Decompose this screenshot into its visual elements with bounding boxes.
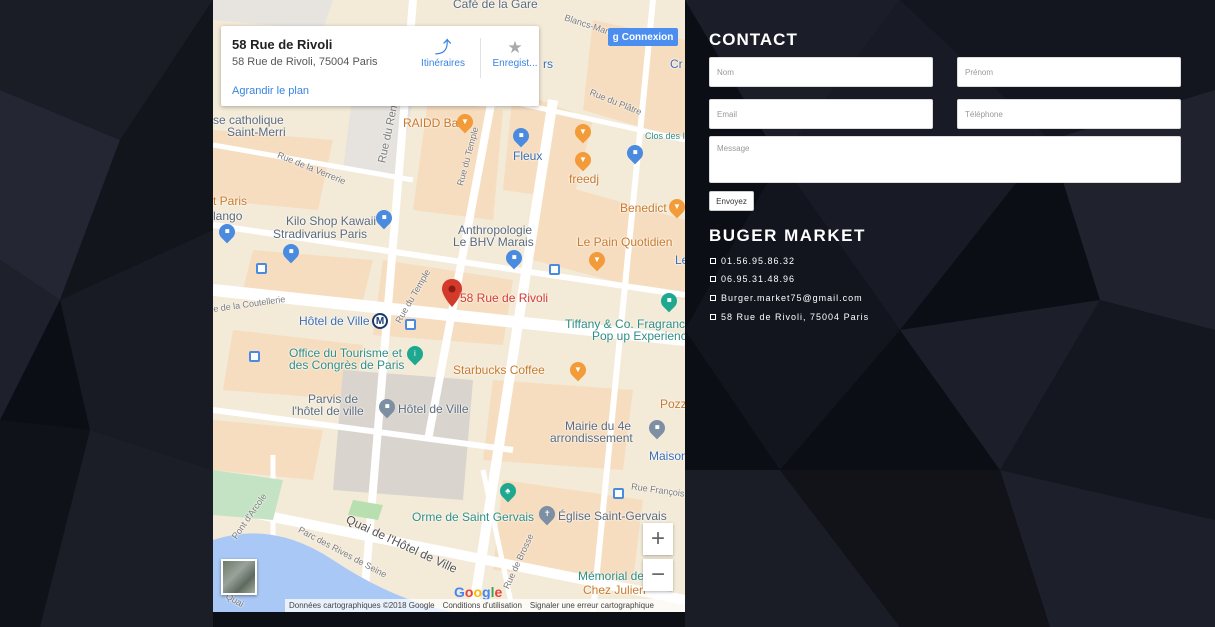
- map-label: Pop up Experience: [592, 329, 685, 343]
- map-label: Clos des I: [645, 131, 685, 141]
- bus-stop-icon[interactable]: [613, 488, 624, 499]
- map-label: Maison: [649, 449, 685, 463]
- map-label: Orme de Saint Gervais: [412, 510, 535, 524]
- save-label: Enregist...: [492, 58, 538, 69]
- report-error-link[interactable]: Signaler une erreur cartographique: [530, 601, 654, 610]
- map-label: des Congrès de Paris: [289, 358, 405, 372]
- address-line: 58 Rue de Rivoli, 75004 Paris: [710, 312, 869, 322]
- map-label: RAIDD Bar: [403, 116, 463, 130]
- signin-button[interactable]: g Connexion: [608, 28, 678, 46]
- mobile-line: 06.95.31.48.96: [710, 274, 795, 284]
- marker-label: 58 Rue de Rivoli: [460, 291, 549, 305]
- map-label: Hôtel de Ville: [299, 314, 370, 328]
- phone-field[interactable]: [957, 99, 1181, 129]
- google-plus-icon: g: [612, 31, 619, 43]
- email-field[interactable]: [709, 99, 933, 129]
- map-label: Fleux: [513, 149, 543, 163]
- map-label: l'hôtel de ville: [292, 404, 364, 418]
- signin-label: Connexion: [621, 31, 674, 43]
- location-icon: [710, 314, 716, 320]
- map-label: Le BHV Marais: [453, 235, 534, 249]
- map-label: Chez Julien: [583, 583, 646, 597]
- email-address[interactable]: Burger.market75@gmail.com: [721, 293, 863, 303]
- map-attribution: Données cartographiques ©2018 Google Con…: [285, 599, 685, 612]
- bus-stop-icon[interactable]: [549, 264, 560, 275]
- google-logo: Google: [454, 584, 503, 600]
- place-title: 58 Rue de Rivoli: [232, 37, 333, 52]
- metro-icon[interactable]: M: [372, 313, 388, 329]
- satellite-toggle[interactable]: [221, 559, 257, 595]
- directions-button[interactable]: ⤴ Itinéraires: [411, 38, 475, 69]
- map-label: Mémorial de: [578, 569, 645, 583]
- map-label: Starbucks Coffee: [453, 363, 545, 377]
- email-line: Burger.market75@gmail.com: [710, 293, 863, 303]
- mobile-number: 06.95.31.48.96: [721, 274, 796, 284]
- map-label: arrondissement: [550, 431, 633, 445]
- map-label: Le Pain Quotidien: [577, 235, 673, 249]
- map-label: Saint-Merri: [227, 125, 286, 139]
- map-label: Cr: [670, 57, 683, 71]
- map-label: freedj: [569, 172, 600, 186]
- phone-line: 01.56.95.86.32: [710, 256, 795, 266]
- zoom-out-button[interactable]: −: [643, 559, 673, 591]
- contact-title: CONTACT: [709, 30, 798, 49]
- map-label: Le: [675, 253, 685, 267]
- bus-stop-icon[interactable]: [256, 263, 267, 274]
- phone-number: 01.56.95.86.32: [721, 256, 796, 266]
- name-field[interactable]: [709, 57, 933, 87]
- place-address: 58 Rue de Rivoli, 75004 Paris: [232, 56, 378, 68]
- phone-icon: [710, 258, 716, 264]
- terms-link[interactable]: Conditions d'utilisation: [443, 601, 522, 610]
- map-label: Église Saint-Gervais: [558, 509, 667, 523]
- map-label: Hôtel de Ville: [398, 402, 469, 416]
- enlarge-map-link[interactable]: Agrandir le plan: [232, 85, 309, 97]
- zoom-in-button[interactable]: +: [643, 523, 673, 555]
- map-label: Stradivarius Paris: [273, 227, 368, 241]
- message-field[interactable]: [709, 136, 1181, 183]
- map-embed[interactable]: Café de la Gare Blancs-Manteaux rs Cr Ru…: [213, 0, 685, 612]
- map-label: lango: [213, 209, 243, 223]
- map-label: t Paris: [213, 194, 248, 208]
- star-icon: ★: [507, 38, 523, 57]
- place-info-card: 58 Rue de Rivoli 58 Rue de Rivoli, 75004…: [221, 26, 539, 106]
- firstname-field[interactable]: [957, 57, 1181, 87]
- bus-stop-icon[interactable]: [405, 319, 416, 330]
- bus-stop-icon[interactable]: [249, 351, 260, 362]
- map-label: Café de la Gare: [453, 0, 538, 11]
- street-address: 58 Rue de Rivoli, 75004 Paris: [721, 312, 870, 322]
- map-label: Pozz: [660, 397, 685, 411]
- mobile-icon: [710, 276, 716, 282]
- map-data-credit: Données cartographiques ©2018 Google: [289, 601, 435, 610]
- save-place-button[interactable]: ★ Enregist...: [483, 38, 547, 69]
- directions-icon: ⤴: [434, 38, 452, 57]
- send-button[interactable]: Envoyez: [709, 191, 754, 211]
- location-marker-icon[interactable]: [442, 279, 462, 307]
- map-label: Benedict: [620, 201, 667, 215]
- mail-icon: [710, 295, 716, 301]
- business-title: BUGER MARKET: [709, 226, 866, 245]
- divider: [480, 38, 481, 78]
- directions-label: Itinéraires: [421, 58, 465, 69]
